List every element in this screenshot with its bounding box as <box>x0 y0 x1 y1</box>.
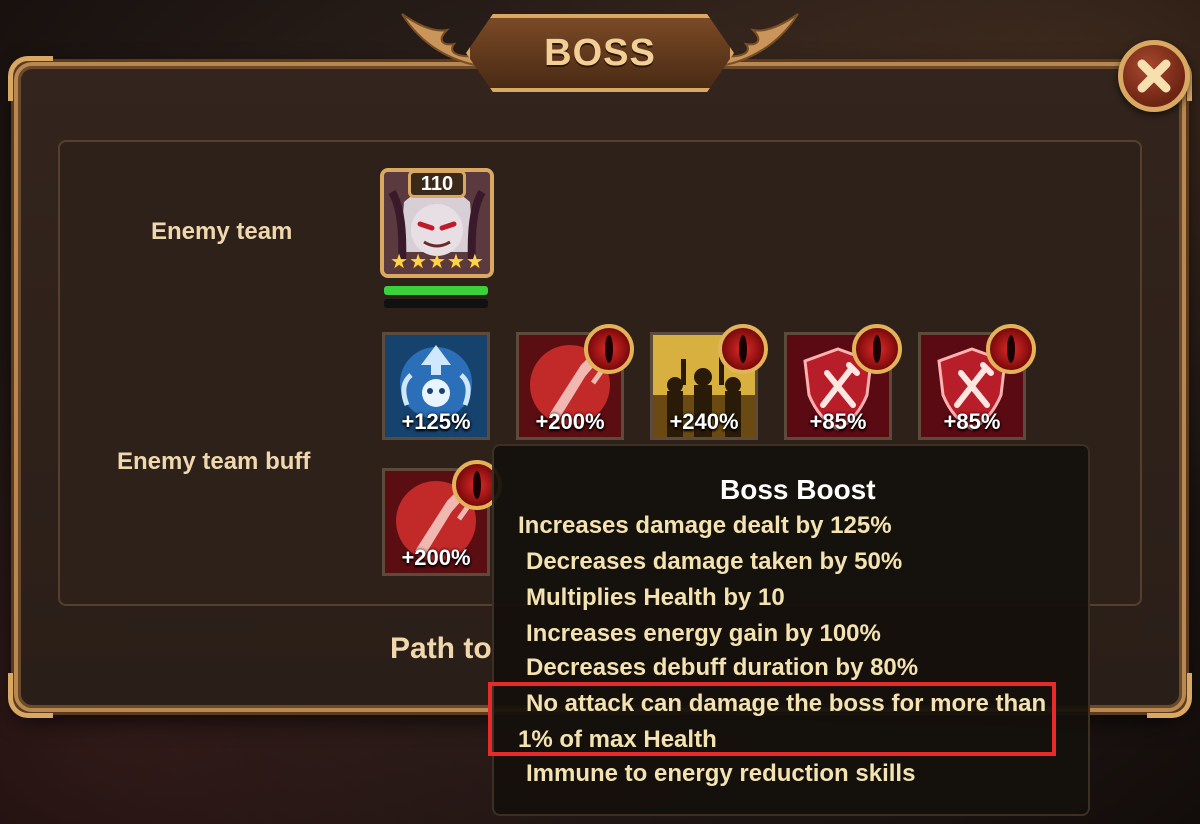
tooltip-line: Increases damage dealt by 125% <box>518 512 892 539</box>
star-icon: ★ <box>390 251 409 273</box>
enemy-team-label: Enemy team <box>151 218 293 245</box>
buff-value: +85% <box>943 409 1001 434</box>
buff-value: +200% <box>535 409 605 434</box>
tooltip-line: Multiplies Health by 10 <box>526 584 785 611</box>
hero-level-badge: 110 <box>408 170 466 198</box>
left-wing-icon <box>401 13 481 68</box>
frame-corner <box>8 673 53 718</box>
eye-badge-icon <box>584 324 634 374</box>
tooltip-line: Decreases debuff duration by 80% <box>526 654 919 681</box>
frame-corner <box>8 56 53 101</box>
close-x-icon <box>1137 59 1171 93</box>
hero-energy-bar <box>384 299 488 308</box>
eye-badge-icon <box>852 324 902 374</box>
buff-value: +125% <box>401 409 471 434</box>
frame-corner <box>1147 673 1192 718</box>
tooltip-line: Immune to energy reduction skills <box>526 760 916 787</box>
title-plate: BOSS <box>466 14 734 92</box>
star-icon: ★ <box>428 251 446 273</box>
star-icon: ★ <box>465 251 484 273</box>
enemy-team-buff-label: Enemy team buff <box>117 448 311 475</box>
right-wing-icon <box>719 13 799 68</box>
health-fill <box>384 286 488 295</box>
tooltip-line: Decreases damage taken by 50% <box>526 548 903 575</box>
tooltip-line: Increases energy gain by 100% <box>526 620 881 647</box>
buff-value: +200% <box>401 545 471 570</box>
hero-health-bar <box>384 286 488 295</box>
star-icon: ★ <box>409 251 428 273</box>
star-icon: ★ <box>446 251 465 273</box>
close-button[interactable] <box>1118 40 1190 112</box>
highlight-box <box>488 682 1056 756</box>
buff-value: +85% <box>809 409 867 434</box>
path-to-text: Path to <box>390 632 492 665</box>
page-title: BOSS <box>544 31 656 74</box>
tooltip-title: Boss Boost <box>720 474 876 505</box>
eye-badge-icon <box>718 324 768 374</box>
eye-badge-icon <box>986 324 1036 374</box>
hero-stars: ★ ★ ★ ★ ★ <box>384 250 490 274</box>
buff-tile[interactable]: +125% <box>382 332 490 440</box>
buff-value: +240% <box>669 409 739 434</box>
